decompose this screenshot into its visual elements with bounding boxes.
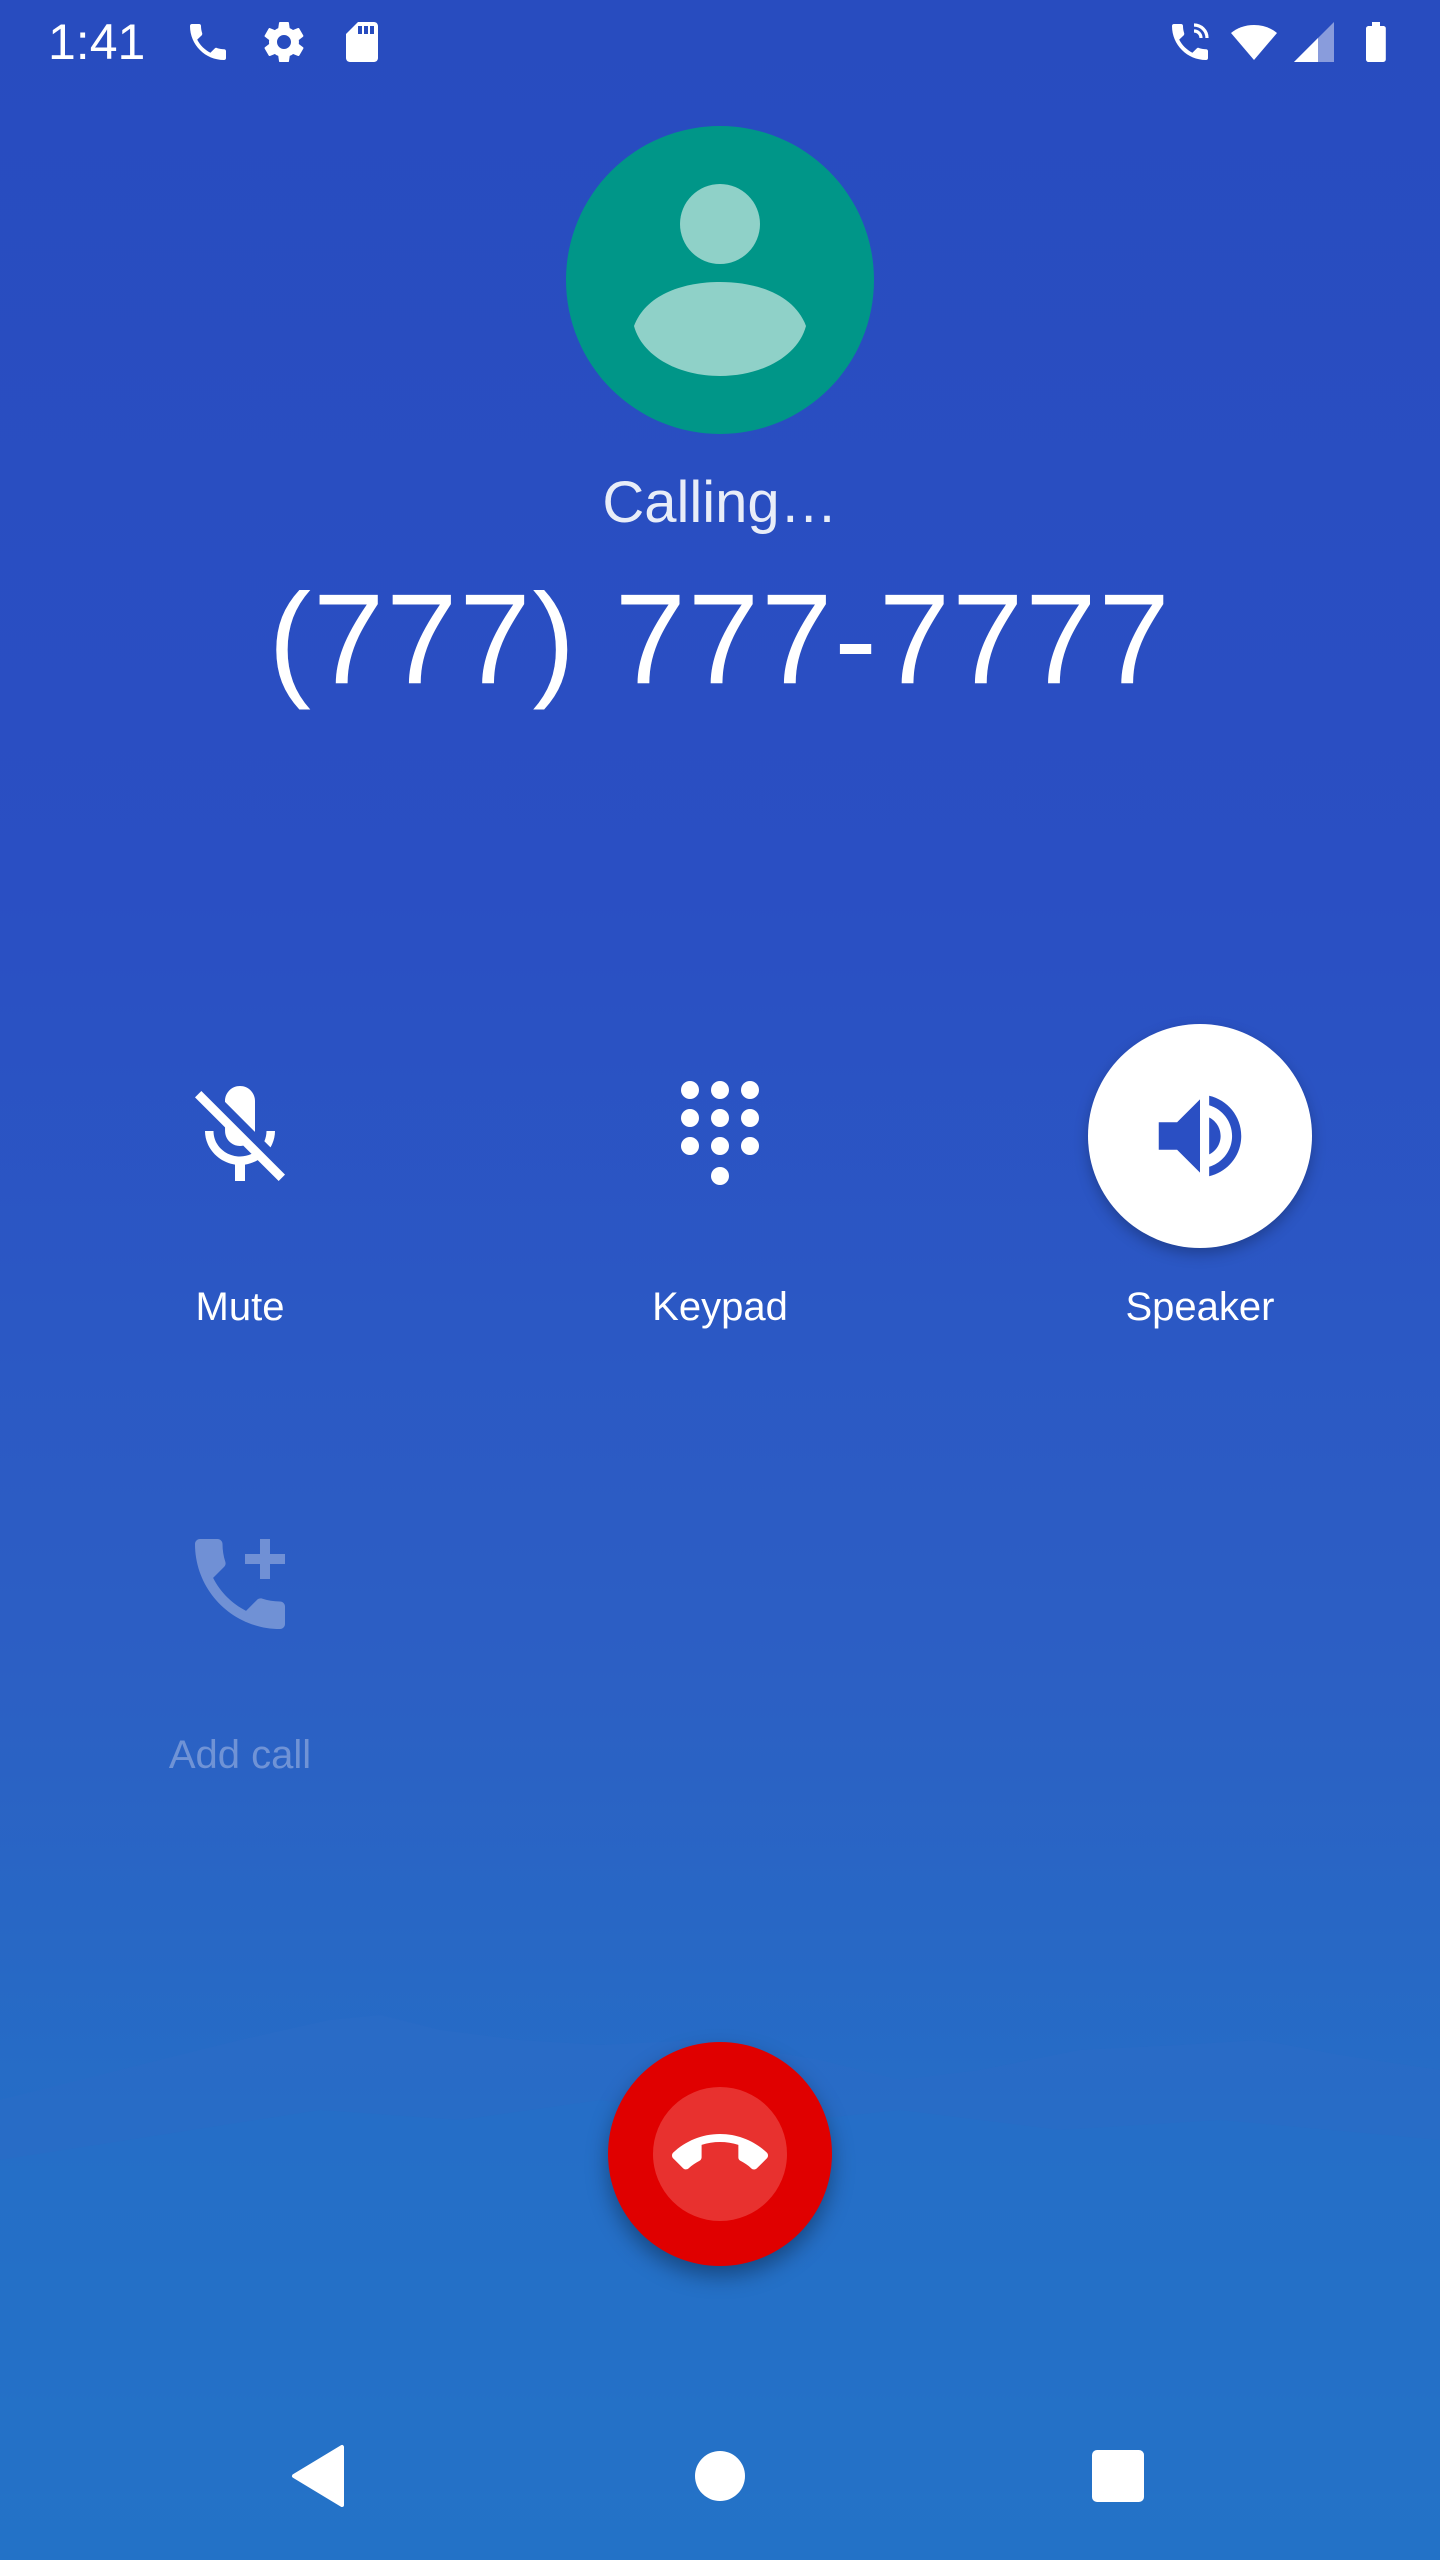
keypad-label: Keypad xyxy=(652,1285,788,1329)
battery-icon xyxy=(1366,22,1386,62)
end-call-ripple xyxy=(653,2087,787,2221)
mute-button[interactable]: Mute xyxy=(80,1024,400,1332)
add-call-icon xyxy=(195,1539,285,1629)
mute-label: Mute xyxy=(195,1285,285,1329)
phone-icon xyxy=(190,24,226,60)
recents-icon xyxy=(1092,2450,1144,2502)
person-icon xyxy=(634,184,806,376)
add-call-label: Add call xyxy=(168,1733,312,1777)
add-call-icon-container[interactable] xyxy=(128,1472,352,1696)
status-bar: 1:41 xyxy=(0,0,1440,84)
phone-number: (777) 777-7777 xyxy=(268,568,1172,711)
speaker-icon-container[interactable] xyxy=(1088,1024,1312,1248)
add-call-button[interactable]: Add call xyxy=(80,1472,400,1780)
call-status-text: Calling… xyxy=(602,470,838,535)
sd-card-icon xyxy=(346,22,378,62)
speaker-icon xyxy=(1158,1095,1242,1177)
cellular-signal-icon xyxy=(1294,22,1334,62)
mute-icon-container[interactable] xyxy=(128,1024,352,1248)
gear-icon xyxy=(264,22,304,63)
call-in-progress-icon xyxy=(1172,23,1209,60)
dialpad-icon xyxy=(681,1081,759,1185)
status-time: 1:41 xyxy=(48,14,146,70)
back-icon xyxy=(292,2445,344,2507)
keypad-button[interactable]: Keypad xyxy=(560,1024,880,1332)
speaker-button[interactable]: Speaker xyxy=(1040,1024,1360,1332)
home-icon xyxy=(695,2451,745,2501)
back-button[interactable] xyxy=(278,2436,358,2516)
recents-button[interactable] xyxy=(1078,2436,1158,2516)
keypad-icon-container[interactable] xyxy=(608,1024,832,1248)
hang-up-icon xyxy=(672,2134,768,2170)
home-button[interactable] xyxy=(680,2436,760,2516)
speaker-label: Speaker xyxy=(1125,1285,1275,1329)
mic-off-icon xyxy=(195,1086,285,1181)
wifi-icon xyxy=(1231,25,1277,60)
contact-avatar xyxy=(566,126,874,434)
end-call-button[interactable] xyxy=(608,2042,832,2266)
